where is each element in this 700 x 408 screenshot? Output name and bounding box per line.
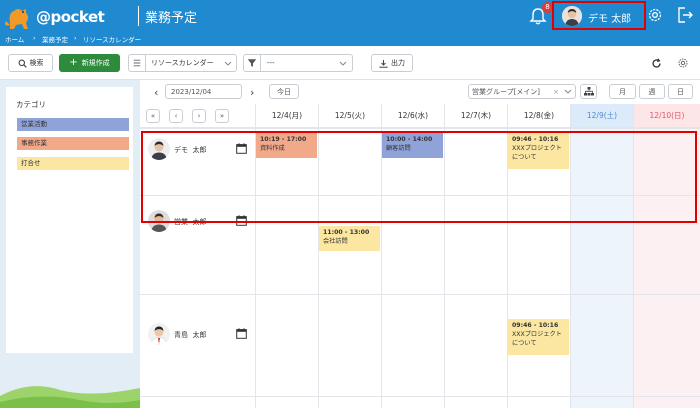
week-nav-cell: « ‹ › »	[140, 104, 255, 128]
search-icon	[18, 59, 27, 68]
date-value: 2023/12/04	[171, 87, 212, 96]
top-bar: @pocket 業務予定 8 デモ 太郎	[0, 0, 700, 33]
search-button-label: 検索	[29, 59, 44, 67]
search-button[interactable]: 検索	[8, 54, 53, 72]
category-panel: カテゴリ 営業活動 事務作業 打合せ	[6, 87, 133, 353]
event-time: 11:00 - 13:00	[323, 229, 370, 236]
calendar-nav: ‹ 2023/12/04 › 今日 営業グループ[メイン] × 月 週 日	[140, 80, 700, 104]
refresh-icon[interactable]	[651, 58, 662, 69]
day-view-button[interactable]: 日	[668, 84, 693, 99]
group-select[interactable]: 営業グループ[メイン] ×	[468, 84, 576, 99]
person-icon	[148, 323, 170, 345]
month-view-label: 月	[619, 87, 626, 96]
chevron-down-icon	[224, 61, 232, 66]
view-select[interactable]: リソースカレンダー	[128, 54, 237, 72]
title-separator	[138, 6, 139, 26]
avatar	[148, 323, 170, 345]
org-chart-icon	[583, 87, 594, 96]
grid-line	[140, 294, 700, 295]
category-item-sales[interactable]: 営業活動	[17, 118, 129, 131]
export-button[interactable]: 出力	[371, 54, 413, 72]
day-header-fri: 12/8(金)	[507, 104, 570, 128]
breadcrumb: ホーム › 業務予定 › リソースカレンダー	[0, 33, 700, 46]
day-header-tue: 12/5(火)	[318, 104, 381, 128]
breadcrumb-home[interactable]: ホーム	[5, 34, 24, 44]
today-label: 今日	[277, 87, 291, 96]
sidebar: カテゴリ 営業活動 事務作業 打合せ	[0, 80, 140, 408]
breadcrumb-current: リソースカレンダー	[83, 36, 142, 44]
grid-line	[140, 128, 700, 129]
gear-icon[interactable]	[646, 6, 664, 24]
page-title: 業務予定	[145, 11, 198, 26]
user-avatar	[562, 6, 582, 26]
resource-name[interactable]: 青島 太郎	[174, 330, 206, 340]
day-header-mon: 12/4(月)	[255, 104, 318, 128]
week-view-button[interactable]: 週	[639, 84, 665, 99]
prev-week-icon[interactable]: «	[146, 109, 160, 123]
event-time: 09:46 - 10:16	[512, 322, 559, 329]
date-input[interactable]: 2023/12/04	[165, 84, 242, 99]
brand-name[interactable]: @pocket	[36, 8, 105, 26]
week-view-label: 週	[648, 87, 656, 96]
logout-icon[interactable]	[676, 6, 694, 24]
breadcrumb-separator: ›	[74, 34, 77, 42]
day-header-thu: 12/7(木)	[444, 104, 507, 128]
export-button-label: 出力	[391, 59, 405, 67]
resource-calendar: ‹ 2023/12/04 › 今日 営業グループ[メイン] × 月 週 日 « …	[140, 80, 700, 408]
download-icon	[379, 59, 388, 68]
day-header-wed: 12/6(水)	[381, 104, 444, 128]
person-icon	[562, 6, 582, 26]
list-icon	[133, 55, 146, 71]
category-item-office[interactable]: 事務作業	[17, 137, 129, 150]
kangaroo-logo-icon	[5, 9, 28, 29]
filter-icon	[247, 55, 261, 71]
view-select-value: リソースカレンダー	[151, 59, 214, 67]
day-view-label: 日	[677, 87, 684, 96]
toolbar: 検索 + 新規作成 リソースカレンダー --- 出力	[0, 46, 700, 80]
event-block[interactable]: 11:00 - 13:00 会社訪問	[319, 226, 380, 251]
chevron-down-icon	[339, 61, 347, 66]
month-view-button[interactable]: 月	[609, 84, 636, 99]
category-title: カテゴリ	[16, 100, 46, 109]
grid-line	[140, 396, 700, 397]
plus-icon: +	[69, 57, 78, 68]
row-highlight-frame	[141, 131, 697, 223]
chevron-down-icon	[564, 89, 572, 94]
next-day-icon[interactable]: ›	[192, 109, 206, 123]
user-menu[interactable]: デモ 太郎	[552, 1, 646, 30]
prev-day-icon[interactable]: ‹	[169, 109, 183, 123]
group-select-value: 営業グループ[メイン]	[472, 87, 541, 96]
decorative-landscape	[0, 386, 140, 408]
event-block[interactable]: 09:46 - 10:16 XXXプロジェクトについて	[508, 319, 569, 355]
day-header-sat: 12/9(土)	[570, 104, 633, 128]
breadcrumb-business[interactable]: 業務予定	[42, 34, 68, 44]
category-item-meeting[interactable]: 打合せ	[17, 157, 129, 170]
event-title: XXXプロジェクトについて	[512, 331, 562, 347]
prev-icon[interactable]: ‹	[154, 86, 158, 99]
event-title: 会社訪問	[323, 238, 348, 245]
breadcrumb-separator: ›	[33, 34, 36, 42]
next-week-icon[interactable]: »	[215, 109, 229, 123]
resource-row-header: 青島 太郎	[148, 323, 253, 345]
filter-select[interactable]: ---	[243, 54, 353, 72]
day-header-sun: 12/10(日)	[633, 104, 700, 128]
settings-gear-icon[interactable]	[677, 57, 689, 69]
today-button[interactable]: 今日	[269, 84, 299, 99]
clear-icon[interactable]: ×	[553, 88, 559, 96]
org-chart-button[interactable]	[580, 84, 597, 99]
user-name: デモ 太郎	[588, 14, 632, 25]
calendar-icon[interactable]	[236, 328, 247, 339]
new-button-label: 新規作成	[81, 59, 110, 67]
filter-select-value: ---	[267, 59, 275, 67]
new-button[interactable]: + 新規作成	[59, 54, 120, 72]
next-icon[interactable]: ›	[250, 86, 254, 99]
